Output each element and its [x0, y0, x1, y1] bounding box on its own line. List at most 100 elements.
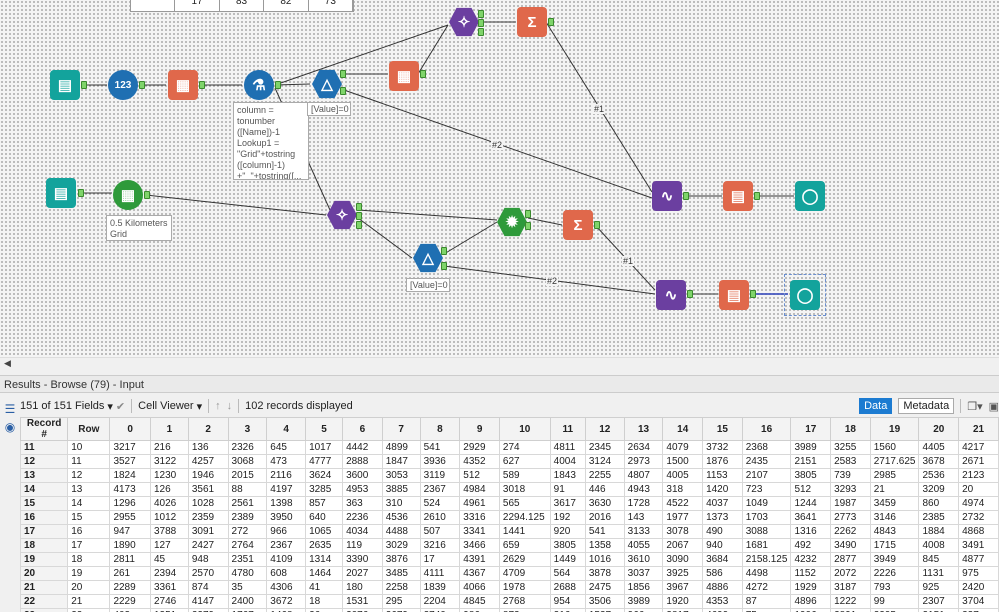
- table-cell[interactable]: 4709: [498, 566, 551, 581]
- table-cell[interactable]: 2107: [741, 468, 792, 483]
- record-number-cell[interactable]: 15: [20, 496, 69, 511]
- record-number-cell[interactable]: 14: [20, 482, 69, 497]
- table-cell[interactable]: 4272: [741, 580, 792, 595]
- table-cell[interactable]: 1316: [790, 524, 832, 539]
- table-cell[interactable]: 4961: [459, 496, 500, 511]
- table-cell[interactable]: 2116: [266, 468, 307, 483]
- table-cell[interactable]: 1977: [662, 510, 704, 525]
- column-header[interactable]: 21: [958, 417, 999, 441]
- table-cell[interactable]: 1468: [266, 608, 307, 612]
- table-cell[interactable]: 3630: [584, 496, 625, 511]
- table-cell[interactable]: 4055: [623, 538, 664, 553]
- table-cell[interactable]: 3293: [830, 482, 871, 497]
- table-cell[interactable]: 21: [67, 594, 111, 609]
- table-cell[interactable]: 4780: [227, 566, 268, 581]
- table-cell[interactable]: 4953: [342, 482, 383, 497]
- column-header[interactable]: 1: [149, 417, 189, 441]
- table-cell[interactable]: 845: [918, 552, 960, 567]
- table-cell[interactable]: 2583: [830, 454, 871, 469]
- table-cell[interactable]: 1906: [790, 608, 832, 612]
- table-cell[interactable]: 1153: [702, 468, 743, 483]
- table-cell[interactable]: 723: [741, 482, 792, 497]
- table-cell[interactable]: 920: [549, 524, 586, 539]
- table-cell[interactable]: 2294.125: [498, 510, 551, 525]
- table-cell[interactable]: 3817: [662, 608, 704, 612]
- table-cell[interactable]: 3876: [381, 552, 421, 567]
- table-cell[interactable]: 645: [266, 440, 307, 455]
- column-header[interactable]: 6: [342, 417, 383, 441]
- table-cell[interactable]: 2394: [149, 566, 189, 581]
- table-cell[interactable]: 4899: [381, 440, 421, 455]
- table-cell[interactable]: 947: [109, 524, 151, 539]
- table-cell[interactable]: 20: [958, 482, 999, 497]
- column-header[interactable]: 20: [918, 417, 960, 441]
- table-cell[interactable]: 1856: [623, 580, 664, 595]
- column-header[interactable]: 7: [381, 417, 421, 441]
- table-cell[interactable]: 2236: [342, 510, 383, 525]
- table-cell[interactable]: 873: [498, 608, 551, 612]
- table-cell[interactable]: 4522: [662, 496, 704, 511]
- table-cell[interactable]: 4352: [459, 454, 500, 469]
- table-cell[interactable]: 363: [342, 496, 383, 511]
- table-row[interactable]: 13 12 1824 1230 1946 2015 2116 3624 3600 3053 3119…: [20, 468, 999, 483]
- table-cell[interactable]: 4109: [266, 552, 307, 567]
- table-cell[interactable]: 2400: [227, 594, 268, 609]
- table-cell[interactable]: 874: [187, 580, 229, 595]
- table-cell[interactable]: 318: [662, 482, 704, 497]
- table-cell[interactable]: 41: [305, 580, 344, 595]
- table-cell[interactable]: 1531: [342, 594, 383, 609]
- table-cell[interactable]: 4066: [459, 580, 500, 595]
- table-cell[interactable]: 1420: [702, 482, 743, 497]
- table-cell[interactable]: 20: [67, 580, 111, 595]
- table-cell[interactable]: 4173: [109, 482, 151, 497]
- table-cell[interactable]: 337: [958, 608, 999, 612]
- tab-metadata[interactable]: Metadata: [898, 398, 955, 414]
- table-cell[interactable]: 45: [149, 552, 189, 567]
- table-cell[interactable]: 1839: [419, 580, 461, 595]
- table-cell[interactable]: 4034: [342, 524, 383, 539]
- table-cell[interactable]: 1028: [187, 496, 229, 511]
- table-cell[interactable]: 925: [918, 580, 960, 595]
- table-cell[interactable]: 586: [702, 566, 743, 581]
- true-anchor[interactable]: [340, 70, 346, 78]
- table-cell[interactable]: 14: [67, 496, 111, 511]
- table-cell[interactable]: 1449: [549, 552, 586, 567]
- table-cell[interactable]: 2420: [958, 580, 999, 595]
- table-cell[interactable]: 18: [305, 594, 344, 609]
- table-cell[interactable]: 17: [67, 538, 111, 553]
- browse-tool[interactable]: ◯: [795, 181, 825, 211]
- table-cell[interactable]: 1929: [790, 580, 832, 595]
- table-cell[interactable]: 1152: [790, 566, 832, 581]
- table-cell[interactable]: 3885: [381, 482, 421, 497]
- table-cell[interactable]: 35: [227, 580, 268, 595]
- table-cell[interactable]: 2345: [584, 440, 625, 455]
- table-cell[interactable]: 3316: [459, 510, 500, 525]
- record-number-cell[interactable]: 20: [20, 566, 69, 581]
- column-header[interactable]: 0: [109, 417, 151, 441]
- table-cell[interactable]: 4807: [623, 468, 664, 483]
- table-cell[interactable]: 1767: [227, 608, 268, 612]
- table-cell[interactable]: 2773: [830, 510, 871, 525]
- table-cell[interactable]: 3090: [662, 552, 704, 567]
- table-cell[interactable]: 4079: [662, 440, 704, 455]
- table-cell[interactable]: 295: [381, 594, 421, 609]
- table-cell[interactable]: 1920: [662, 594, 704, 609]
- table-row[interactable]: 12 11 3527 3122 4257 3068 473 4777 2888 1847 3936 4…: [20, 454, 999, 469]
- table-cell[interactable]: 3341: [459, 524, 500, 539]
- table-cell[interactable]: 2279: [187, 608, 229, 612]
- table-cell[interactable]: 1244: [790, 496, 832, 511]
- table-cell[interactable]: 4943: [623, 482, 664, 497]
- table-cell[interactable]: 3805: [549, 538, 586, 553]
- table-cell[interactable]: 1351: [149, 608, 189, 612]
- find-replace-tool-2[interactable]: ∿: [656, 280, 686, 310]
- table-cell[interactable]: 4896: [790, 594, 832, 609]
- table-cell[interactable]: 4037: [702, 496, 743, 511]
- table-cell[interactable]: 3018: [498, 482, 551, 497]
- table-row[interactable]: 20 19 261 2394 2570 4780 608 1464 2027 3485 4111 43…: [20, 566, 999, 581]
- table-row[interactable]: 11 10 3217 216 136 2326 645 1017 4442 4899 541 2929…: [20, 440, 999, 455]
- table-cell[interactable]: 4217: [958, 440, 999, 455]
- table-cell[interactable]: 1847: [381, 454, 421, 469]
- table-cell[interactable]: 4974: [958, 496, 999, 511]
- table-cell[interactable]: 4306: [266, 580, 307, 595]
- table-cell[interactable]: 1560: [869, 440, 920, 455]
